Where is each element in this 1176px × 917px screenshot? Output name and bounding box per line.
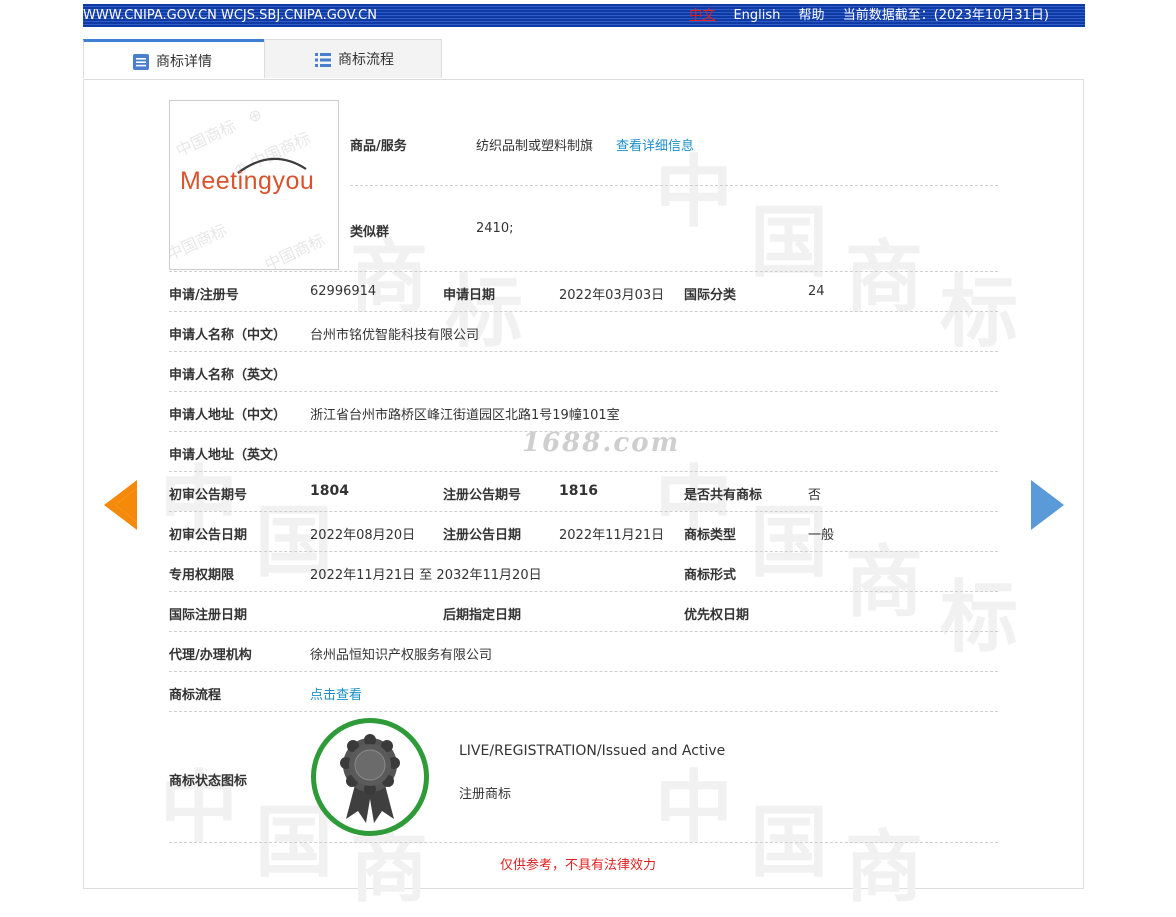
- logo-watermark: 中国商标: [261, 230, 328, 270]
- row-divider: [169, 351, 998, 352]
- row-divider: [169, 511, 998, 512]
- app-date-value: 2022年03月03日: [559, 288, 665, 303]
- status-badge: [311, 718, 429, 836]
- row-divider: [169, 591, 998, 592]
- tm-form-label: 商标形式: [684, 568, 737, 583]
- tm-type-value: 一般: [808, 528, 835, 543]
- reg-no-value: 62996914: [310, 284, 377, 299]
- row-divider: [169, 631, 998, 632]
- goods-value: 纺织品制或塑料制旗: [476, 139, 594, 154]
- applicant-cn-value: 台州市铭优智能科技有限公司: [310, 328, 480, 343]
- site-urls: WWW.CNIPA.GOV.CN WCJS.SBJ.CNIPA.GOV.CN: [83, 8, 377, 23]
- later-date-label: 后期指定日期: [443, 608, 522, 623]
- app-date-label: 申请日期: [443, 288, 496, 303]
- row-divider: [169, 842, 998, 843]
- row-divider: [169, 431, 998, 432]
- list-icon: [315, 53, 331, 67]
- prelim-no-value: 1804: [310, 483, 349, 499]
- help-link[interactable]: 帮助: [799, 8, 825, 23]
- site-watermark: 1688.com: [522, 428, 681, 458]
- row-divider: [350, 185, 998, 186]
- intl-class-label: 国际分类: [684, 288, 737, 303]
- tab-flow-label: 商标流程: [338, 52, 394, 68]
- address-en-label: 申请人地址（英文）: [169, 448, 287, 463]
- tm-type-label: 商标类型: [684, 528, 737, 543]
- applicant-cn-label: 申请人名称（中文）: [169, 328, 287, 343]
- background-watermark-glyph: 中: [655, 762, 734, 853]
- background-watermark-glyph: 标: [940, 267, 1019, 358]
- status-label: 商标状态图标: [169, 774, 248, 789]
- disclaimer-text: 仅供参考，不具有法律效力: [500, 858, 657, 873]
- data-as-of: 当前数据截至：(2023年10月31日): [842, 8, 1049, 23]
- tab-trademark-detail[interactable]: 商标详情: [83, 39, 264, 78]
- similar-group-value: 2410;: [476, 221, 514, 236]
- status-en: LIVE/REGISTRATION/Issued and Active: [459, 743, 726, 759]
- intl-class-value: 24: [808, 284, 825, 299]
- reg-pub-date-value: 2022年11月21日: [559, 528, 665, 543]
- background-watermark-glyph: 标: [445, 267, 524, 358]
- flow-label: 商标流程: [169, 688, 222, 703]
- row-divider: [169, 311, 998, 312]
- shared-label: 是否共有商标: [684, 488, 763, 503]
- reg-pub-date-label: 注册公告日期: [443, 528, 522, 543]
- agent-value: 徐州品恒知识产权服务有限公司: [310, 648, 493, 663]
- background-watermark-glyph: 标: [940, 572, 1019, 663]
- applicant-en-label: 申请人名称（英文）: [169, 368, 287, 383]
- next-arrow-icon[interactable]: [1031, 480, 1064, 530]
- view-flow-link[interactable]: 点击查看: [310, 684, 362, 703]
- tab-trademark-flow[interactable]: 商标流程: [264, 39, 442, 78]
- prelim-no-label: 初审公告期号: [169, 488, 248, 503]
- goods-label: 商品/服务: [350, 139, 407, 154]
- status-cn: 注册商标: [459, 787, 512, 802]
- row-divider: [169, 551, 998, 552]
- row-divider: [169, 711, 998, 712]
- similar-group-label: 类似群: [350, 225, 390, 240]
- tab-detail-label: 商标详情: [156, 54, 212, 70]
- award-ribbon-icon: [340, 734, 400, 823]
- prelim-date-value: 2022年08月20日: [310, 528, 416, 543]
- lang-english-link[interactable]: English: [733, 8, 780, 23]
- row-divider: [169, 671, 998, 672]
- lang-chinese-link[interactable]: 中文: [689, 8, 715, 23]
- background-watermark-glyph: 国: [750, 197, 829, 288]
- reg-no-label: 申请/注册号: [169, 288, 239, 303]
- address-cn-label: 申请人地址（中文）: [169, 408, 287, 423]
- background-watermark-glyph: 商: [845, 537, 924, 628]
- address-cn-value: 浙江省台州市路桥区峰江街道园区北路1号19幢101室: [310, 408, 620, 423]
- term-value: 2022年11月21日 至 2032年11月20日: [310, 568, 542, 583]
- background-watermark-glyph: 商: [845, 822, 924, 913]
- logo-text: Meetingyou: [180, 167, 315, 195]
- logo-watermark: 中国商标: [169, 220, 230, 265]
- reg-pub-no-value: 1816: [559, 483, 598, 499]
- background-watermark-glyph: 国: [750, 797, 829, 888]
- background-watermark-glyph: 中: [160, 762, 239, 853]
- reg-pub-no-label: 注册公告期号: [443, 488, 522, 503]
- row-divider: [169, 471, 998, 472]
- term-label: 专用权期限: [169, 568, 235, 583]
- prev-arrow-icon[interactable]: [104, 480, 137, 530]
- priority-date-label: 优先权日期: [684, 608, 750, 623]
- intl-reg-date-label: 国际注册日期: [169, 608, 248, 623]
- shared-value: 否: [808, 488, 822, 503]
- site-header-bar: WWW.CNIPA.GOV.CN WCJS.SBJ.CNIPA.GOV.CN 中…: [83, 4, 1085, 27]
- document-icon: [133, 54, 149, 70]
- view-details-link[interactable]: 查看详细信息: [616, 135, 694, 154]
- agent-label: 代理/办理机构: [169, 648, 252, 663]
- row-divider: [169, 391, 998, 392]
- trademark-image: 中国商标 ⊕ ⊕ 中国商标 中国商标 中国商标 Meetingyou: [169, 100, 339, 270]
- row-divider: [169, 271, 998, 272]
- prelim-date-label: 初审公告日期: [169, 528, 248, 543]
